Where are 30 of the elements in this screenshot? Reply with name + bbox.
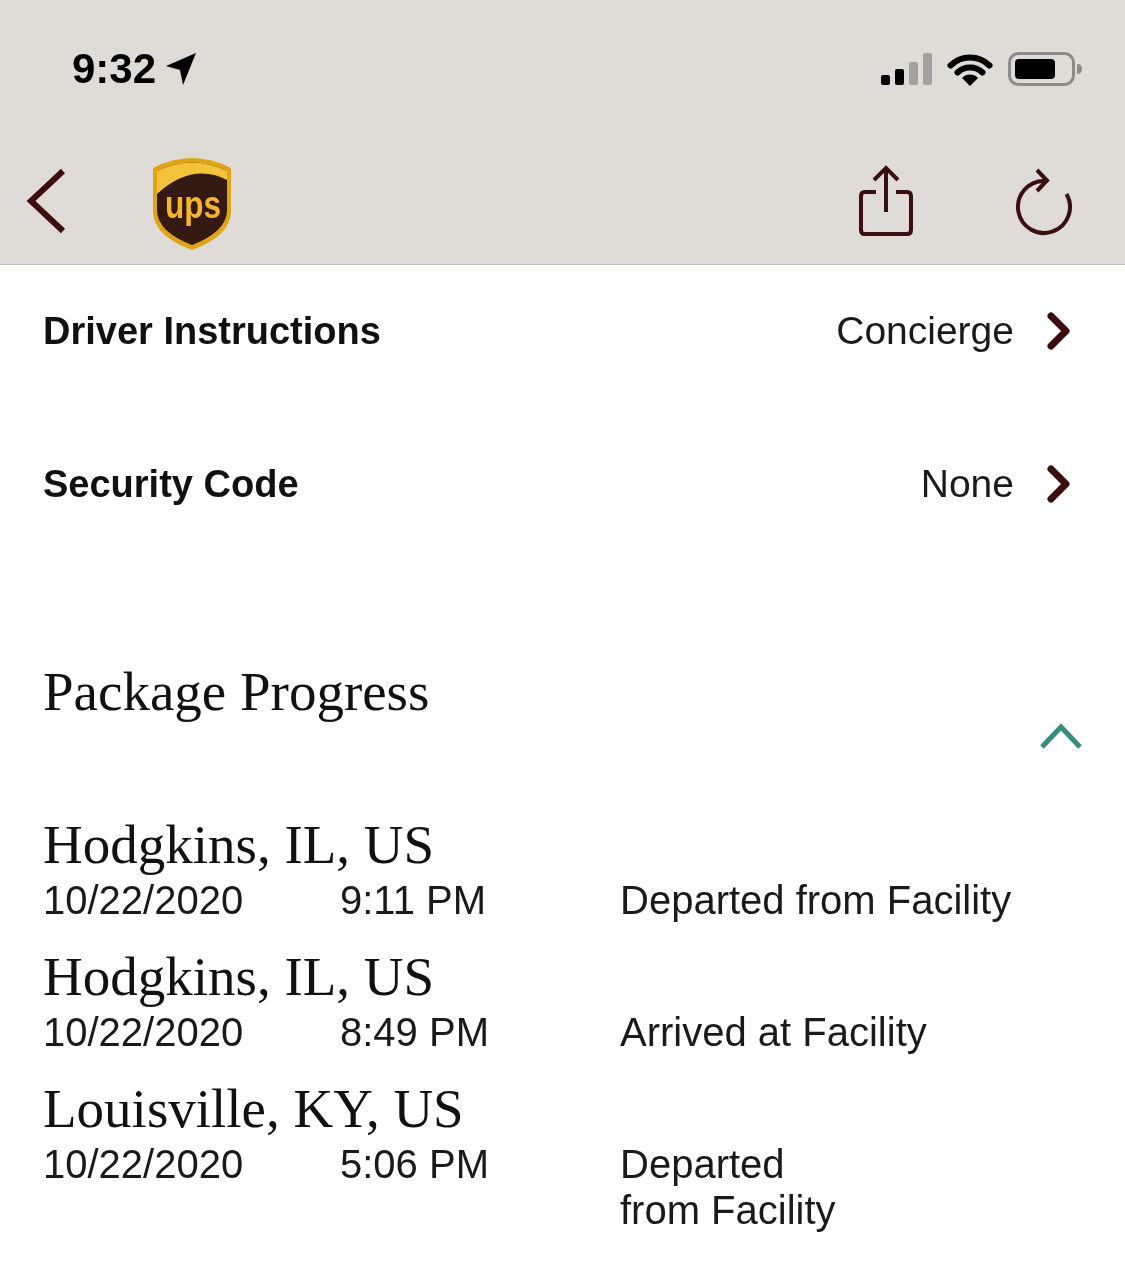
share-icon bbox=[857, 164, 915, 238]
collapse-button[interactable] bbox=[1039, 722, 1083, 750]
event-time: 9:11 PM bbox=[340, 877, 486, 923]
event-date: 10/22/2020 bbox=[43, 1141, 244, 1187]
battery-icon bbox=[1008, 52, 1082, 86]
logo-text: ups bbox=[165, 184, 233, 226]
wifi-icon bbox=[947, 52, 993, 86]
event-time: 5:06 PM bbox=[340, 1141, 489, 1187]
event-location: Louisville, KY, US bbox=[43, 1077, 464, 1141]
section-title: Package Progress bbox=[43, 662, 430, 722]
event-status: Arrived at Facility bbox=[620, 1009, 927, 1055]
chevron-right-icon[interactable] bbox=[1046, 464, 1072, 504]
chevron-right-icon[interactable] bbox=[1046, 311, 1072, 351]
detail-label: Driver Instructions bbox=[43, 309, 381, 354]
location-arrow-icon bbox=[166, 53, 197, 85]
event-location: Hodgkins, IL, US bbox=[43, 813, 435, 877]
event-date: 10/22/2020 bbox=[43, 877, 244, 923]
event-status: Departed from Facility bbox=[620, 1141, 836, 1233]
clock-time: 9:32 bbox=[72, 44, 157, 94]
event-status: Departed from Facility bbox=[620, 877, 1012, 923]
event-location: Hodgkins, IL, US bbox=[43, 945, 435, 1009]
detail-label: Security Code bbox=[43, 462, 299, 507]
detail-value[interactable]: None bbox=[920, 461, 1014, 507]
detail-value[interactable]: Concierge bbox=[836, 308, 1014, 354]
event-date: 10/22/2020 bbox=[43, 1009, 244, 1055]
chevron-icon bbox=[1039, 722, 1083, 750]
event-time: 8:49 PM bbox=[340, 1009, 489, 1055]
signal-icon bbox=[881, 53, 932, 85]
share-button[interactable] bbox=[857, 164, 915, 238]
chevron-left-icon bbox=[26, 168, 68, 234]
